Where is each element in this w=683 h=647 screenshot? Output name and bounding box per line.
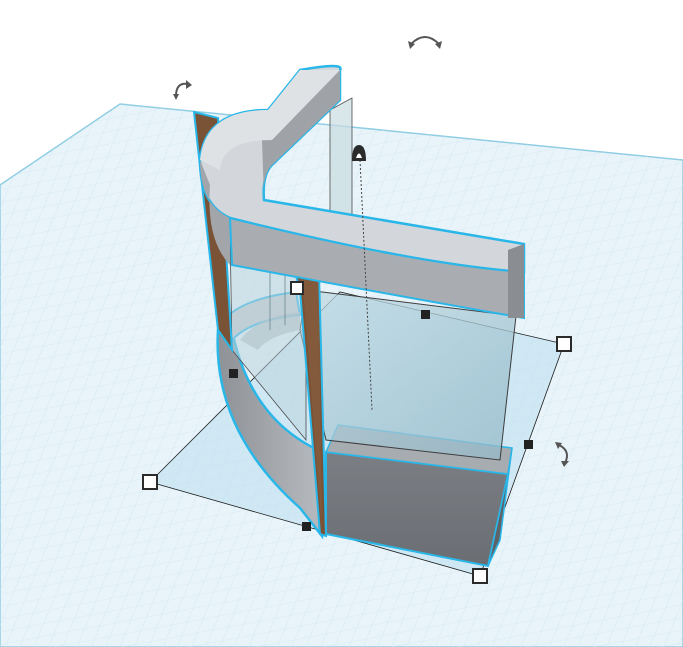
3d-workplane-view[interactable]	[0, 0, 683, 647]
scene-canvas[interactable]	[0, 0, 683, 647]
resize-edge-handle-top[interactable]	[421, 310, 430, 319]
resize-edge-handle-right[interactable]	[524, 440, 533, 449]
curved-arrow-icon-tail	[173, 94, 179, 100]
rotate-handle-left[interactable]	[173, 80, 192, 100]
resize-corner-handle-right[interactable]	[556, 336, 572, 352]
resize-corner-handle-top[interactable]	[290, 281, 304, 295]
resize-edge-handle-bottom[interactable]	[302, 522, 311, 531]
resize-edge-handle-left[interactable]	[229, 369, 238, 378]
curved-arrow-icon-head	[186, 80, 192, 89]
resize-corner-handle-left[interactable]	[142, 474, 158, 490]
rotate-handle-top[interactable]	[408, 36, 442, 49]
curved-double-arrow-icon	[410, 36, 440, 45]
resize-corner-handle-bottom[interactable]	[472, 568, 488, 584]
